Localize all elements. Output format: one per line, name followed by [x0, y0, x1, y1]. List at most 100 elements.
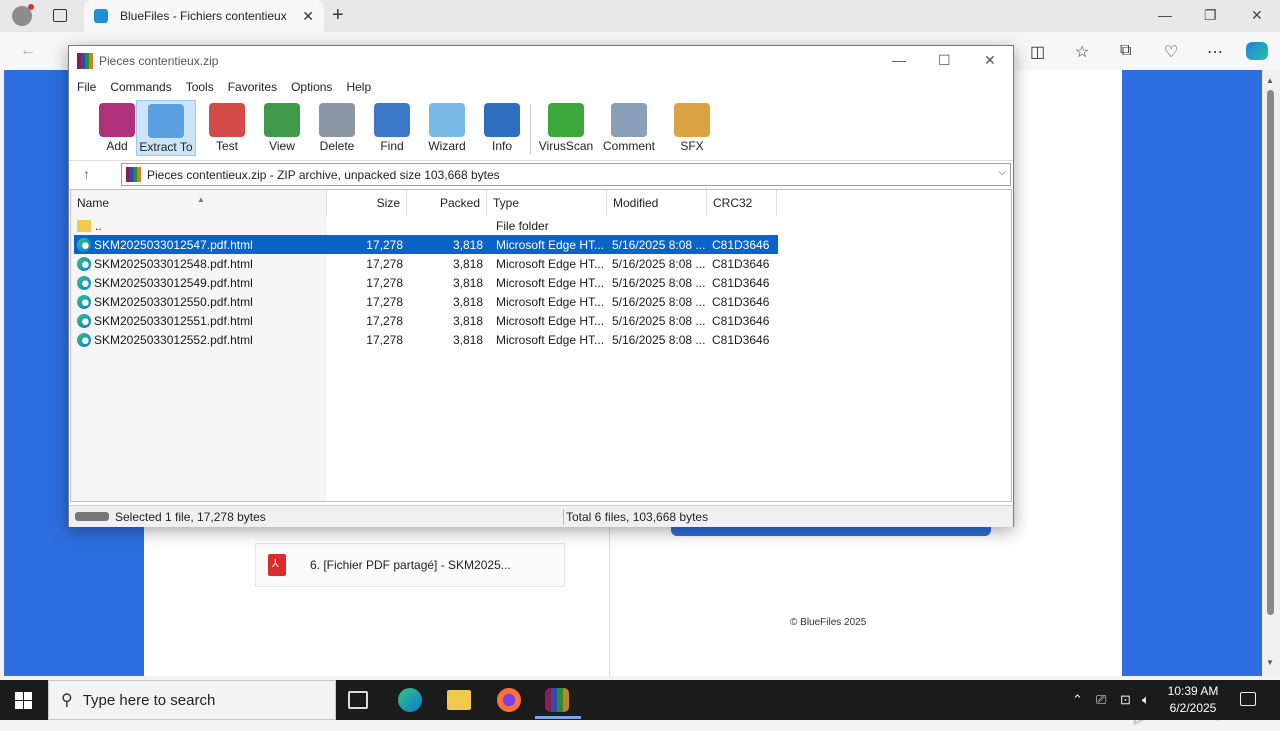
table-row[interactable]: SKM2025033012548.pdf.html 17,278 3,818 Micr… — [74, 254, 778, 273]
file-modified: 5/16/2025 8:08 ... — [612, 237, 706, 252]
restore-icon[interactable]: ❐ — [1204, 7, 1217, 24]
favorites-star-icon[interactable]: ☆ — [1075, 42, 1089, 62]
menu-tools[interactable]: Tools — [186, 80, 214, 94]
menu-commands[interactable]: Commands — [110, 80, 171, 94]
winrar-taskbar-icon[interactable] — [545, 688, 569, 712]
toolbar-separator — [530, 104, 531, 154]
network-icon[interactable]: ⊡ — [1120, 692, 1131, 708]
copilot-icon[interactable] — [1246, 42, 1268, 60]
winrar-title: Pieces contentieux.zip — [99, 54, 219, 68]
info-icon — [484, 103, 520, 137]
table-row[interactable]: SKM2025033012552.pdf.html 17,278 3,818 Micr… — [74, 330, 778, 349]
tool-comment-button[interactable]: Comment — [599, 100, 659, 156]
notifications-icon[interactable] — [1240, 692, 1256, 706]
file-name: .. — [74, 219, 327, 233]
tool-virusscan-button[interactable]: VirusScan — [536, 100, 596, 156]
menu-file[interactable]: File — [77, 80, 96, 94]
file-size: 17,278 — [366, 237, 403, 252]
tool-wizard-button[interactable]: Wizard — [417, 100, 477, 156]
tool-delete-button[interactable]: Delete — [307, 100, 367, 156]
tool-sfx-button[interactable]: SFX — [662, 100, 722, 156]
scroll-up-icon[interactable]: ▲ — [1266, 76, 1274, 85]
profile-icon[interactable] — [12, 4, 34, 26]
collections-icon[interactable]: ⧉ — [1120, 42, 1131, 60]
file-type: Microsoft Edge HT... — [496, 294, 605, 309]
taskbar-search[interactable]: ⚲ Type here to search — [48, 680, 336, 720]
tool-label: View — [269, 139, 295, 153]
windows-start-icon[interactable] — [15, 692, 32, 709]
file-type: Microsoft Edge HT... — [496, 313, 605, 328]
browser-tab[interactable]: BlueFiles - Fichiers contentieux ✕ — [84, 0, 324, 32]
task-view-icon[interactable] — [348, 691, 368, 709]
firefox-icon[interactable] — [497, 688, 521, 712]
archive-path-box[interactable]: Pieces contentieux.zip - ZIP archive, un… — [121, 163, 1011, 186]
scroll-thumb[interactable] — [1267, 90, 1274, 615]
close-window-icon[interactable]: ✕ — [1251, 7, 1263, 24]
file-crc32: C81D3646 — [712, 256, 770, 271]
table-row[interactable]: SKM2025033012550.pdf.html 17,278 3,818 Micr… — [74, 292, 778, 311]
more-menu-icon[interactable]: ⋯ — [1207, 42, 1223, 62]
minimize-icon[interactable]: — — [1158, 7, 1172, 23]
parent-folder-row[interactable]: .. File folder — [74, 216, 778, 235]
file-size: 17,278 — [366, 275, 403, 290]
table-row[interactable]: SKM2025033012551.pdf.html 17,278 3,818 Micr… — [74, 311, 778, 330]
archive-icon — [126, 167, 141, 182]
split-screen-icon[interactable]: ◫ — [1030, 42, 1045, 62]
copyright-text: © BlueFiles 2025 — [790, 617, 867, 628]
edge-html-file-icon — [77, 332, 91, 347]
find-magnifier-icon — [374, 103, 410, 137]
winrar-menubar: File Commands Tools Favorites Options He… — [69, 76, 385, 98]
up-folder-icon[interactable]: ↑ — [83, 166, 90, 182]
tool-test-button[interactable]: Test — [197, 100, 257, 156]
winrar-close-icon[interactable]: ✕ — [984, 52, 996, 69]
tool-view-button[interactable]: View — [252, 100, 312, 156]
folder-icon — [77, 219, 91, 232]
file-name: SKM2025033012550.pdf.html — [74, 294, 327, 309]
pdf-file-link[interactable]: 6. [Fichier PDF partagé] - SKM2025... — [255, 543, 565, 587]
taskbar-clock[interactable]: 10:39 AM 6/2/2025 — [1160, 683, 1226, 717]
col-crc32[interactable]: CRC32 — [707, 190, 777, 216]
archive-path-text: Pieces contentieux.zip - ZIP archive, un… — [147, 167, 500, 182]
tray-device-icon[interactable]: ⎚ — [1096, 692, 1106, 708]
performance-icon[interactable]: ♡ — [1164, 42, 1178, 62]
extract-folder-icon — [148, 104, 184, 138]
col-size[interactable]: Size — [327, 190, 407, 216]
back-icon[interactable]: ← — [20, 42, 36, 60]
tool-extract-to-button[interactable]: Extract To — [136, 100, 196, 156]
file-size: 17,278 — [366, 256, 403, 271]
favicon-icon — [94, 9, 108, 23]
menu-options[interactable]: Options — [291, 80, 332, 94]
pdf-file-label: 6. [Fichier PDF partagé] - SKM2025... — [310, 558, 511, 572]
tray-chevron-icon[interactable]: ⌃ — [1072, 692, 1083, 708]
menu-favorites[interactable]: Favorites — [228, 80, 277, 94]
new-tab-button[interactable]: + — [332, 4, 344, 27]
tool-label: VirusScan — [538, 139, 594, 153]
file-name: SKM2025033012552.pdf.html — [74, 332, 327, 347]
winrar-toolbar: Add Extract To Test View Delete Find Wizard Inf… — [69, 98, 1013, 158]
clock-time: 10:39 AM — [1167, 684, 1219, 698]
page-scrollbar[interactable]: ▲ ▼ — [1262, 70, 1280, 676]
file-explorer-icon[interactable] — [447, 690, 471, 710]
col-name[interactable]: Name ▲ — [71, 190, 327, 216]
volume-icon[interactable]: 🔈︎ — [1142, 692, 1150, 708]
menu-help[interactable]: Help — [346, 80, 371, 94]
file-crc32: C81D3646 — [712, 237, 770, 252]
winrar-minimize-icon[interactable]: — — [892, 52, 906, 68]
col-packed[interactable]: Packed — [407, 190, 487, 216]
tab-actions-icon[interactable] — [53, 9, 67, 22]
edge-taskbar-icon[interactable] — [398, 688, 422, 712]
virusscan-icon — [548, 103, 584, 137]
chevron-down-icon[interactable]: ⌵ — [998, 167, 1006, 178]
winrar-maximize-icon[interactable]: ☐ — [938, 52, 951, 69]
close-tab-icon[interactable]: ✕ — [302, 8, 314, 25]
taskbar: ⚲ Type here to search ⌃ ⎚ ⊡ 🔈︎ 10:39 AM … — [0, 680, 1280, 720]
col-modified[interactable]: Modified — [607, 190, 707, 216]
winrar-window: Pieces contentieux.zip — ☐ ✕ File Comman… — [68, 45, 1014, 527]
table-row[interactable]: SKM2025033012549.pdf.html 17,278 3,818 Micr… — [74, 273, 778, 292]
tool-find-button[interactable]: Find — [362, 100, 422, 156]
scroll-down-icon[interactable]: ▼ — [1266, 658, 1274, 667]
tool-info-button[interactable]: Info — [472, 100, 532, 156]
tab-title: BlueFiles - Fichiers contentieux — [120, 9, 287, 23]
table-row[interactable]: SKM2025033012547.pdf.html 17,278 3,818 Micr… — [74, 235, 778, 254]
col-type[interactable]: Type — [487, 190, 607, 216]
